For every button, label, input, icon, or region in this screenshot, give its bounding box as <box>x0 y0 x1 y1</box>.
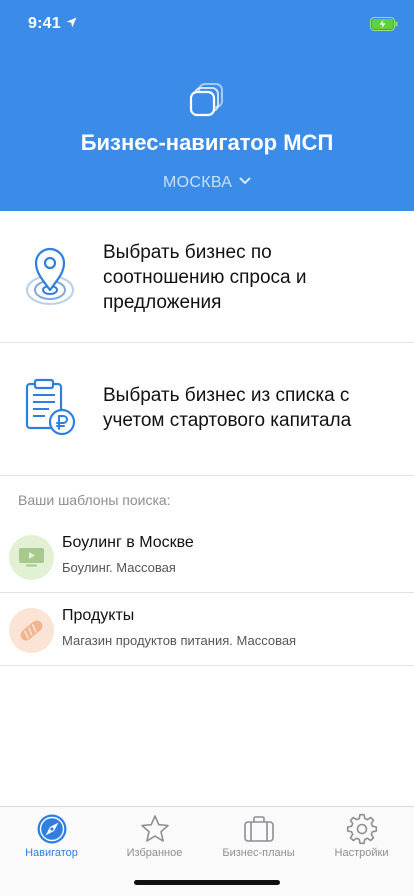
tab-favorites[interactable]: Избранное <box>103 807 206 867</box>
template-subtitle: Боулинг. Массовая <box>62 560 176 575</box>
bread-icon <box>20 620 43 641</box>
home-indicator <box>134 880 280 885</box>
star-icon <box>141 815 169 842</box>
tab-settings[interactable]: Настройки <box>310 807 413 867</box>
template-avatar <box>9 535 54 580</box>
location-arrow-icon <box>66 17 77 28</box>
app-title: Бизнес-навигатор МСП <box>80 130 334 155</box>
tab-label: Избранное <box>126 847 183 859</box>
templates-title: Ваши шаблоны поиска: <box>18 492 171 508</box>
battery-icon <box>370 17 398 31</box>
briefcase-icon <box>244 816 274 842</box>
city-label: МОСКВА <box>162 174 233 191</box>
tab-navigator[interactable]: Навигатор <box>0 807 103 867</box>
option-demand-supply[interactable]: Выбрать бизнес по соотношению спроса и п… <box>0 211 414 343</box>
tab-label: Настройки <box>334 847 389 859</box>
status-time: 9:41 <box>28 15 61 32</box>
template-title: Боулинг в Москве <box>62 534 194 551</box>
option-label: Выбрать бизнес по соотношению спроса и п… <box>103 242 307 313</box>
tv-icon <box>19 548 44 567</box>
template-item[interactable]: Боулинг в Москве Боулинг. Массовая <box>0 521 414 593</box>
template-title: Продукты <box>62 607 135 624</box>
option-label: Выбрать бизнес из списка с учетом старто… <box>103 385 352 431</box>
app-logo-icon <box>189 83 223 117</box>
status-bar: 9:41 <box>0 0 414 48</box>
template-avatar <box>9 608 54 653</box>
tab-label: Бизнес-планы <box>222 847 295 859</box>
template-subtitle: Магазин продуктов питания. Массовая <box>62 633 297 648</box>
clipboard-ruble-icon <box>25 378 76 436</box>
tab-business-plans[interactable]: Бизнес-планы <box>207 807 310 867</box>
option-by-capital[interactable]: Выбрать бизнес из списка с учетом старто… <box>0 343 414 476</box>
gear-icon <box>346 813 378 845</box>
map-pin-radar-icon <box>26 247 74 305</box>
app-header: 9:41 Бизнес-навигатор МСП МОСКВА <box>0 0 414 211</box>
tab-label: Навигатор <box>25 847 78 859</box>
template-item[interactable]: Продукты Магазин продуктов питания. Масс… <box>0 594 414 666</box>
chevron-down-icon <box>239 177 251 184</box>
city-selector[interactable]: МОСКВА <box>0 174 414 192</box>
compass-icon <box>37 814 67 844</box>
